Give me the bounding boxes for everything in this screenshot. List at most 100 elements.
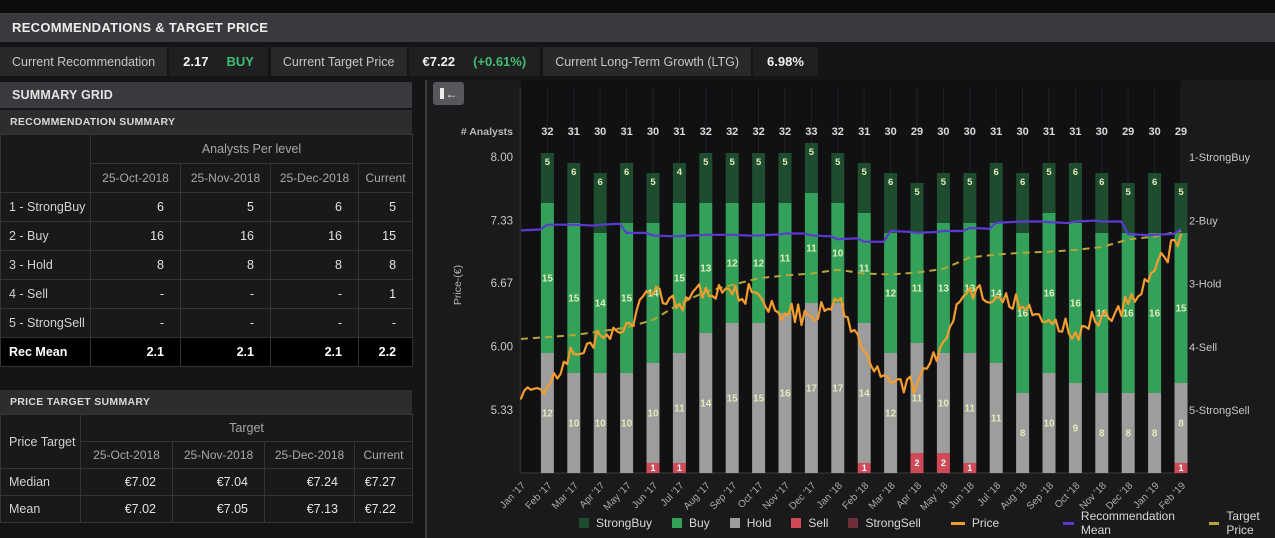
cell-value: 15	[357, 221, 414, 251]
sell-count-label: 1	[650, 463, 655, 473]
cell-value: 2.1	[270, 337, 359, 367]
table-row: 1 - StrongBuy 6 5 6 5	[0, 192, 414, 222]
hold-count-label: 10	[938, 399, 950, 410]
info-bar: Current Recommendation 2.17 BUY Current …	[0, 47, 1275, 76]
legend-item-strongsell[interactable]: StrongSell	[848, 516, 921, 530]
cell-value: 8	[357, 250, 414, 280]
hold-count-label: 8	[1125, 429, 1131, 440]
buy-count-label: 14	[595, 299, 607, 310]
month-tick-label: Feb '18	[840, 480, 871, 512]
hold-count-label: 17	[832, 384, 844, 395]
legend-swatch-icon	[729, 518, 740, 528]
column-header: 25-Dec-2018	[264, 441, 355, 469]
legend-item-price[interactable]: Price	[950, 516, 999, 530]
legend-item-sell[interactable]: Sell	[791, 516, 828, 530]
legend-label: StrongBuy	[596, 516, 653, 530]
analyst-count: 29	[1175, 126, 1187, 138]
cell-value: -	[357, 308, 414, 338]
group-header: Target	[80, 414, 413, 442]
legend-item-recommendation-mean[interactable]: Recommendation Mean	[1063, 509, 1179, 537]
buy-count-label: 11	[912, 284, 923, 295]
legend-item-target-price[interactable]: Target Price	[1208, 509, 1275, 537]
legend-item-strongbuy[interactable]: StrongBuy	[579, 516, 652, 530]
strongbuy-count-label: 6	[1099, 177, 1104, 188]
price-target-summary-header: PRICE TARGET SUMMARY	[0, 390, 412, 414]
cell-value: €7.22	[354, 495, 413, 523]
analyst-count: 32	[541, 126, 553, 138]
row-header: Price Target	[0, 414, 81, 469]
analyst-count: 29	[1122, 126, 1134, 138]
cell-value: €7.02	[80, 495, 173, 523]
legend-line-icon	[1063, 521, 1074, 525]
sell-count-label: 2	[941, 458, 946, 468]
cell-value: 6	[270, 192, 359, 222]
buy-count-label: 11	[806, 244, 817, 255]
buy-count-label: 15	[568, 294, 580, 305]
legend-item-hold[interactable]: Hold	[729, 516, 771, 530]
price-tick-label: 7.33	[491, 215, 513, 227]
price-tick-label: 8.00	[491, 152, 513, 164]
strongbuy-count-label: 6	[1073, 167, 1078, 178]
cell-value: 1	[357, 279, 414, 309]
summary-grid-header: SUMMARY GRID	[0, 82, 412, 108]
buy-count-label: 15	[542, 274, 554, 285]
rec-axis-label: 4-Sell	[1189, 342, 1217, 354]
sell-count-label: 1	[1178, 463, 1183, 473]
analyst-count: 32	[779, 126, 791, 138]
hold-count-label: 12	[542, 409, 554, 420]
strongbuy-count-label: 6	[888, 177, 893, 188]
price-tick-label: 5.33	[491, 405, 513, 417]
column-header: 25-Dec-2018	[270, 163, 359, 193]
table-group-header-row: Analysts Per level	[0, 134, 414, 193]
cell-value: 16	[90, 221, 181, 251]
cell-value: -	[180, 308, 271, 338]
strongbuy-count-label: 5	[941, 177, 947, 188]
month-tick-label: Dec '17	[787, 480, 819, 512]
collapse-panel-button[interactable]: ←	[433, 82, 464, 105]
hold-count-label: 11	[912, 394, 923, 405]
analyst-count: 30	[594, 126, 606, 138]
cell-value: 6	[90, 192, 181, 222]
strongbuy-count-label: 5	[809, 147, 815, 158]
buy-count-label: 13	[700, 264, 712, 275]
cell-value: 2.1	[90, 337, 181, 367]
hold-count-label: 10	[647, 409, 659, 420]
analyst-count: 32	[700, 126, 712, 138]
legend-label: Sell	[808, 516, 829, 530]
hold-count-label: 14	[859, 389, 871, 400]
cell-value: 8	[270, 250, 359, 280]
recommendations-chart: # Analysts 8.00 7.33 6.67 6.00 5.33 Price-(€) 1…	[452, 80, 1251, 513]
hold-count-label: 11	[991, 414, 1002, 425]
hold-count-label: 8	[1152, 429, 1158, 440]
cell-value: €7.02	[80, 468, 173, 496]
cell-value: 8	[90, 250, 181, 280]
strongbuy-count-label: 6	[598, 177, 603, 188]
strongbuy-count-label: 5	[756, 157, 762, 168]
month-tick-label: Nov '18	[1078, 480, 1110, 512]
cell-value: -	[90, 308, 181, 338]
cell-value: €7.05	[172, 495, 265, 523]
summary-grid-panel: SUMMARY GRID RECOMMENDATION SUMMARY Anal…	[0, 80, 427, 538]
analyst-count: 30	[1096, 126, 1108, 138]
recommendation-mean-value: 2.17	[183, 54, 209, 69]
chart-panel: ← # Analysts 8.00 7.33 6.67 6.00 5.33 Price-(€…	[427, 80, 1275, 538]
legend-item-buy[interactable]: Buy	[672, 516, 710, 530]
recommendation-summary-header: RECOMMENDATION SUMMARY	[0, 110, 412, 134]
month-tick-label: Jun '17	[630, 480, 660, 511]
analyst-count: 32	[752, 126, 764, 138]
strongbuy-count-label: 6	[994, 167, 999, 178]
price-axis-title: Price-(€)	[452, 265, 464, 305]
analyst-count: 31	[620, 126, 632, 138]
buy-count-label: 12	[885, 289, 897, 300]
cell-value: -	[270, 279, 359, 309]
sell-count-label: 1	[967, 463, 972, 473]
legend-swatch-icon	[672, 518, 683, 528]
current-target-price-group: Current Target Price €7.22 (+0.61%)	[270, 47, 541, 76]
hold-count-label: 10	[595, 419, 607, 430]
month-tick-label: Jan '19	[1132, 480, 1162, 511]
hold-count-label: 8	[1020, 429, 1026, 440]
row-label: Median	[0, 468, 81, 496]
hold-count-label: 10	[568, 419, 580, 430]
strongbuy-count-label: 5	[1046, 167, 1052, 178]
ltg-value: 6.98%	[767, 54, 804, 69]
